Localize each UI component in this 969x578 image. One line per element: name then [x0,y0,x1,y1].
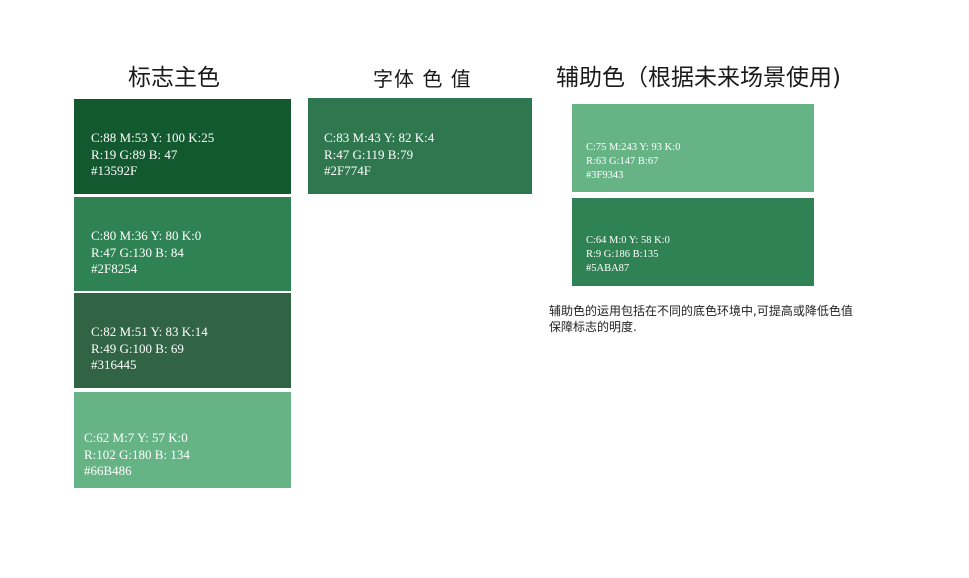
rgb-value: R:102 G:180 B: 134 [84,446,190,462]
hex-value: #13592F [91,163,138,178]
hex-value: #2F8254 [91,261,138,276]
main-colors-title: 标志主色 [128,65,220,91]
aux-color-swatch-2: C:64 M:0 Y: 58 K:0 R:9 G:186 B:135 #5ABA… [572,198,814,286]
rgb-value: R:47 G:119 B:79 [324,146,414,162]
note-line-2: 保障标志的明度. [549,320,637,334]
hex-value: #3F9343 [586,170,624,181]
aux-color-note: 辅助色的运用包括在不同的底色环境中,可提高或降低色值 保障标志的明度. [549,303,894,335]
rgb-value: R:9 G:186 B:135 [586,249,659,260]
cmyk-value: C:75 M:243 Y: 93 K:0 [586,142,681,153]
rgb-value: R:47 G:130 B: 84 [91,244,184,260]
cmyk-value: C:64 M:0 Y: 58 K:0 [586,235,670,246]
cmyk-value: C:83 M:43 Y: 82 K:4 [324,130,435,145]
cmyk-value: C:80 M:36 Y: 80 K:0 [91,228,202,243]
hex-value: #66B486 [84,463,132,478]
hex-value: #2F774F [324,163,371,178]
rgb-value: R:19 G:89 B: 47 [91,146,178,162]
rgb-value: R:49 G:100 B: 69 [91,340,184,356]
note-line-1: 辅助色的运用包括在不同的底色环境中,可提高或降低色值 [549,304,853,318]
auxiliary-colors-title: 辅助色（根据未来场景使用) [556,65,841,91]
main-color-swatch-2: C:80 M:36 Y: 80 K:0 R:47 G:130 B: 84 #2F… [74,197,291,291]
cmyk-value: C:88 M:53 Y: 100 K:25 [91,130,215,145]
font-color-title: 字体 色 值 [373,67,472,91]
main-color-swatch-3: C:82 M:51 Y: 83 K:14 R:49 G:100 B: 69 #3… [74,293,291,388]
cmyk-value: C:82 M:51 Y: 83 K:14 [91,324,208,339]
aux-color-swatch-1: C:75 M:243 Y: 93 K:0 R:63 G:147 B:67 #3F… [572,104,814,192]
cmyk-value: C:62 M:7 Y: 57 K:0 [84,430,188,445]
main-color-swatch-4: C:62 M:7 Y: 57 K:0 R:102 G:180 B: 134 #6… [74,392,291,488]
rgb-value: R:63 G:147 B:67 [586,156,659,167]
hex-value: #316445 [91,357,137,372]
main-color-swatch-1: C:88 M:53 Y: 100 K:25 R:19 G:89 B: 47 #1… [74,99,291,194]
hex-value: #5ABA87 [586,263,630,274]
font-color-swatch: C:83 M:43 Y: 82 K:4 R:47 G:119 B:79 #2F7… [308,98,532,194]
